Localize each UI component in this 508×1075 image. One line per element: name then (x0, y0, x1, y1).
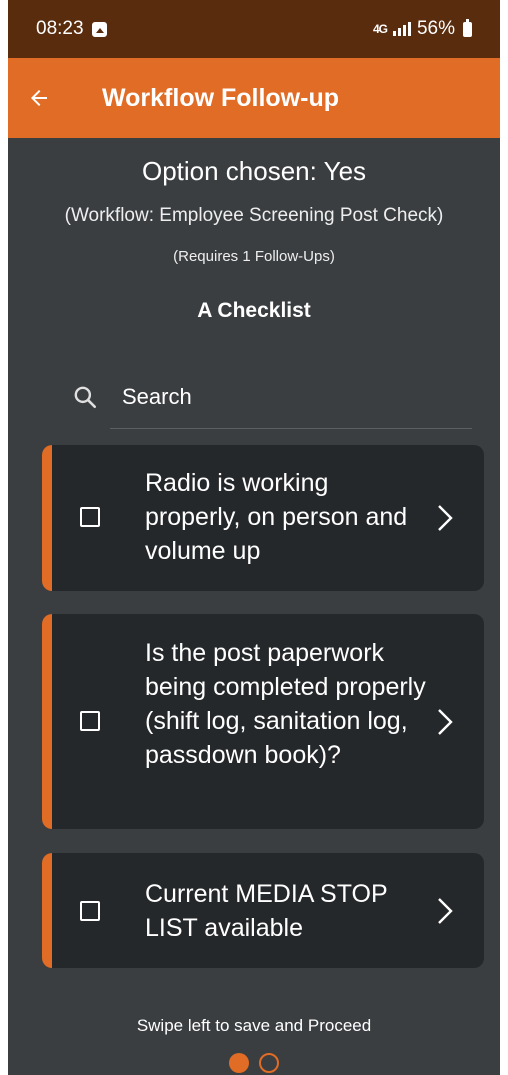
status-left: 08:23 (36, 18, 107, 40)
checkbox-icon[interactable] (80, 507, 100, 527)
checklist-title: A Checklist (197, 299, 311, 322)
page-dot-active[interactable] (229, 1053, 249, 1073)
battery-percent: 56% (416, 18, 455, 39)
checklist-item[interactable]: Current MEDIA STOP LIST available (42, 853, 484, 968)
back-button[interactable] (8, 58, 74, 138)
app-screen: 08:23 4G 56% Workflow Follow-up Option c… (8, 0, 500, 1075)
app-title: Workflow Follow-up (102, 83, 339, 112)
app-bar: Workflow Follow-up (8, 58, 500, 138)
status-bar: 08:23 4G 56% (8, 0, 500, 58)
item-accent-bar (42, 445, 52, 591)
requires-followups-text: (Requires 1 Follow-Ups) (173, 248, 335, 265)
back-arrow-icon (31, 90, 47, 106)
checklist-item-label: Current MEDIA STOP LIST available (145, 880, 388, 942)
gallery-notification-icon (91, 21, 107, 37)
swipe-hint-text: Swipe left to save and Proceed (136, 1016, 372, 1035)
network-type-icon: 4G (372, 22, 388, 36)
workflow-name-text: (Workflow: Employee Screening Post Check… (64, 205, 444, 226)
search-input[interactable] (110, 366, 472, 429)
search-bar (70, 366, 472, 430)
item-accent-bar (42, 614, 52, 829)
chevron-right-icon (438, 898, 453, 924)
item-accent-bar (42, 853, 52, 968)
checkbox-icon[interactable] (80, 901, 100, 921)
battery-icon (463, 18, 472, 37)
chevron-right-icon (438, 709, 453, 735)
status-right: 4G 56% (373, 18, 472, 40)
page-dot-inactive[interactable] (259, 1053, 279, 1073)
status-time: 08:23 (36, 18, 84, 39)
checklist-item[interactable]: Radio is working properly, on person and… (42, 445, 484, 591)
page-indicator (8, 1053, 500, 1073)
signal-strength-icon (392, 22, 411, 36)
search-icon (74, 386, 97, 409)
checklist-item-label: Radio is working properly, on person and… (145, 469, 408, 565)
checkbox-icon[interactable] (80, 711, 100, 731)
option-chosen-text: Option chosen: Yes (141, 156, 367, 186)
checklist-item[interactable]: Is the post paperwork being completed pr… (42, 614, 484, 829)
checklist-item-label: Is the post paperwork being completed pr… (145, 639, 426, 769)
chevron-right-icon (438, 505, 453, 531)
